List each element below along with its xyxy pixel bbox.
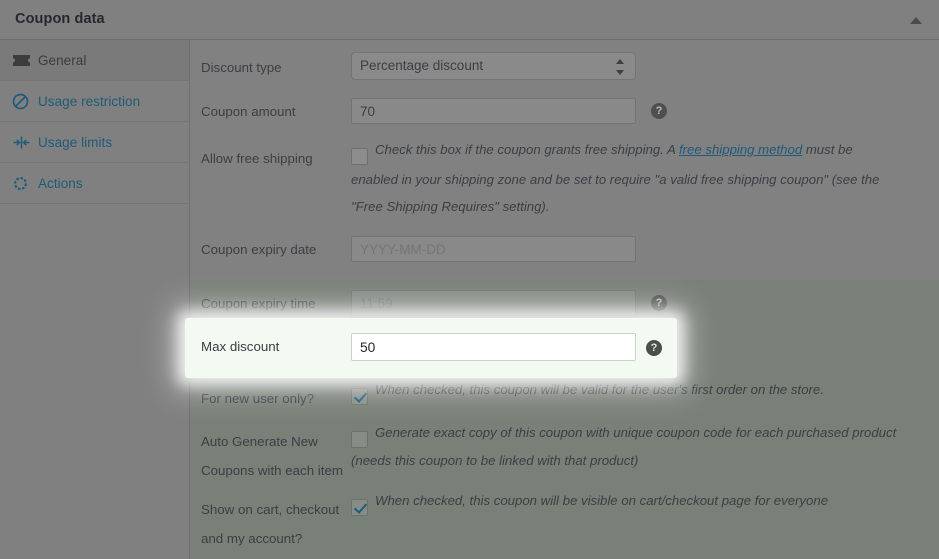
sidebar-item-label: General	[38, 53, 86, 68]
help-icon[interactable]: ?	[646, 340, 662, 356]
desc-text-before: Check this box if the coupon grants free…	[375, 142, 679, 157]
sidebar-item-general[interactable]: General	[0, 40, 189, 81]
allow-free-shipping-checkbox[interactable]	[351, 148, 368, 165]
sidebar-item-actions[interactable]: Actions	[0, 163, 189, 204]
auto-generate-label-line2: Coupons with each item	[201, 461, 366, 480]
coupon-expiry-time-input[interactable]	[351, 290, 636, 316]
show-on-cart-label-line1: Show on cart, checkout	[201, 500, 351, 519]
gear-icon	[12, 175, 38, 192]
auto-generate-description-line1: Generate exact copy of this coupon with …	[375, 419, 935, 446]
triangle-up-icon[interactable]	[909, 14, 923, 26]
coupon-expiry-date-input[interactable]	[351, 236, 636, 262]
triangle-up-glyph	[910, 17, 922, 24]
discount-type-label: Discount type	[201, 58, 351, 77]
coupon-amount-label: Coupon amount	[201, 102, 351, 121]
help-icon[interactable]: ?	[651, 103, 667, 119]
max-discount-label: Max discount	[201, 339, 279, 354]
for-new-user-only-label: For new user only?	[201, 389, 351, 408]
show-on-cart-description: When checked, this coupon will be visibl…	[375, 487, 935, 514]
sidebar-item-label: Usage restriction	[38, 94, 140, 109]
panel-header: Coupon data	[0, 0, 939, 40]
show-on-cart-label-line2: and my account?	[201, 529, 366, 548]
sidebar-item-label: Usage limits	[38, 135, 112, 150]
panel-body: General Usage restriction	[0, 40, 939, 559]
coupon-data-sidebar: General Usage restriction	[0, 40, 190, 559]
allow-free-shipping-description-line2: enabled in your shipping zone and be set…	[351, 166, 921, 193]
allow-free-shipping-description: Check this box if the coupon grants free…	[375, 136, 920, 163]
field-max-discount-highlight: Max discount ?	[185, 318, 677, 378]
limit-arrows-icon	[12, 135, 38, 150]
desc-text-after: must be	[802, 142, 853, 157]
allow-free-shipping-label: Allow free shipping	[201, 149, 351, 168]
chevron-updown-icon	[616, 59, 625, 75]
auto-generate-label-line1: Auto Generate New	[201, 432, 351, 451]
coupon-amount-input[interactable]	[351, 98, 636, 124]
show-on-cart-checkbox[interactable]	[351, 499, 368, 516]
sidebar-item-label: Actions	[38, 176, 83, 191]
sidebar-item-usage-limits[interactable]: Usage limits	[0, 122, 189, 163]
for-new-user-only-checkbox[interactable]	[351, 388, 368, 405]
coupon-data-panel: Coupon data General	[0, 0, 939, 559]
ticket-icon	[12, 54, 38, 67]
sidebar-item-usage-restriction[interactable]: Usage restriction	[0, 81, 189, 122]
coupon-expiry-time-label: Coupon expiry time	[201, 294, 351, 313]
page-title: Coupon data	[15, 11, 105, 27]
help-icon[interactable]: ?	[651, 295, 667, 311]
discount-type-select[interactable]: Percentage discount	[351, 52, 636, 80]
for-new-user-only-description: When checked, this coupon will be valid …	[375, 376, 935, 403]
coupon-expiry-date-label: Coupon expiry date	[201, 240, 351, 259]
auto-generate-checkbox[interactable]	[351, 431, 368, 448]
auto-generate-description-line2: (needs this coupon to be linked with tha…	[351, 447, 911, 474]
free-shipping-method-link[interactable]: free shipping method	[679, 142, 802, 157]
allow-free-shipping-description-line3: "Free Shipping Requires" setting).	[351, 193, 921, 220]
no-entry-icon	[12, 93, 38, 110]
coupon-data-content: Discount type Percentage discount Coupon…	[190, 40, 939, 559]
max-discount-input[interactable]	[351, 333, 636, 361]
discount-type-value: Percentage discount	[360, 58, 483, 73]
